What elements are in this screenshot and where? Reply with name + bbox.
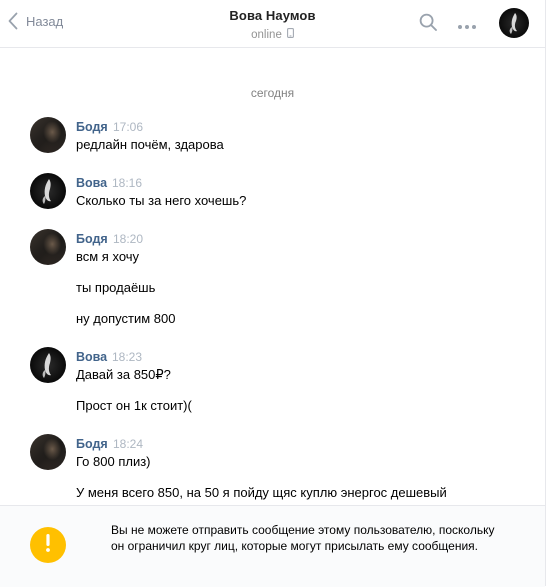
message-time[interactable]: 18:16 — [112, 176, 142, 190]
avatar[interactable] — [30, 347, 66, 383]
mobile-phone-icon — [286, 28, 294, 41]
exclamation-icon — [45, 533, 51, 558]
message-history[interactable]: сегодня Бодя 17:06 редлайн почём, здаров… — [0, 48, 545, 505]
search-icon[interactable] — [419, 13, 438, 37]
message-author[interactable]: Бодя — [76, 232, 108, 246]
peer-avatar[interactable] — [499, 8, 529, 38]
notice-text: Вы не можете отправить сообщение этому п… — [111, 523, 495, 553]
write-blocked-notice: Вы не можете отправить сообщение этому п… — [0, 505, 545, 587]
message-time[interactable]: 18:20 — [113, 232, 143, 246]
message-text: всм я хочу — [76, 249, 140, 264]
message-author[interactable]: Бодя — [76, 120, 108, 134]
peer-status: online — [251, 28, 294, 41]
date-divider: сегодня — [250, 86, 295, 100]
avatar[interactable] — [30, 229, 66, 265]
warning-badge — [30, 527, 66, 563]
message-text: Го 800 плиз) — [76, 454, 151, 469]
message-author[interactable]: Вова — [76, 350, 107, 364]
im-window: Назад Вова Наумов online сегодня Бодя 17… — [0, 0, 546, 587]
avatar[interactable] — [30, 117, 66, 153]
peer-status-text: online — [251, 28, 282, 41]
message-text: ну допустим 800 — [76, 311, 176, 326]
avatar[interactable] — [30, 434, 66, 470]
chat-header: Назад Вова Наумов online — [0, 0, 545, 48]
message-text: редлайн почём, здарова — [76, 137, 224, 152]
message-text: Прост он 1к стоит)( — [76, 398, 192, 413]
message-time[interactable]: 18:23 — [112, 350, 142, 364]
more-dots-icon[interactable] — [457, 17, 477, 35]
message-text: ты продаёшь — [76, 280, 156, 295]
message-author[interactable]: Бодя — [76, 437, 108, 451]
message-author[interactable]: Вова — [76, 176, 107, 190]
avatar[interactable] — [30, 173, 66, 209]
message-text: У меня всего 850, на 50 я пойду щяс купл… — [76, 485, 447, 500]
message-text: Сколько ты за него хочешь? — [76, 193, 247, 208]
message-time[interactable]: 17:06 — [113, 120, 143, 134]
message-time[interactable]: 18:24 — [113, 437, 143, 451]
message-text: Давай за 850₽? — [76, 367, 171, 382]
